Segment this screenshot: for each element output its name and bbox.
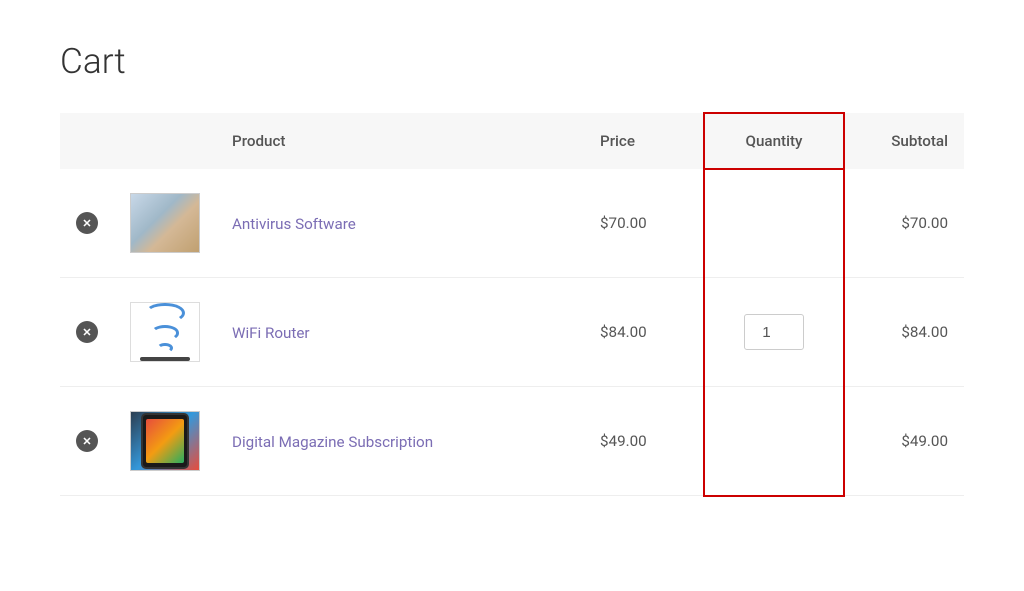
remove-icon (76, 212, 98, 234)
subtotal-cell: $84.00 (844, 278, 964, 387)
quantity-cell-antivirus (704, 169, 844, 278)
quantity-cell-magazine (704, 387, 844, 496)
quantity-input-wifi[interactable] (744, 314, 804, 350)
page-title: Cart (60, 40, 964, 82)
price-cell: $70.00 (584, 169, 704, 278)
wifi-arc-medium (151, 325, 179, 340)
product-link-wifi[interactable]: WiFi Router (232, 324, 310, 342)
wifi-arc-small (157, 343, 173, 353)
remove-cell (60, 169, 114, 278)
image-cell (114, 278, 216, 387)
remove-button[interactable] (76, 321, 98, 343)
product-name-cell: Digital Magazine Subscription (216, 387, 584, 496)
remove-icon (76, 430, 98, 452)
remove-button[interactable] (76, 212, 98, 234)
quantity-cell-wifi (704, 278, 844, 387)
router-base (140, 357, 190, 361)
product-link-magazine[interactable]: Digital Magazine Subscription (232, 433, 433, 451)
tablet-screen (146, 419, 184, 463)
col-quantity-header: Quantity (704, 113, 844, 169)
product-image-antivirus (130, 193, 200, 253)
remove-cell (60, 278, 114, 387)
col-remove-header (60, 113, 114, 169)
cart-table: Product Price Quantity Subtotal Antiviru… (60, 112, 964, 497)
col-price-header: Price (584, 113, 704, 169)
remove-icon (76, 321, 98, 343)
subtotal-cell: $49.00 (844, 387, 964, 496)
remove-button[interactable] (76, 430, 98, 452)
col-product-header: Product (216, 113, 584, 169)
price-cell: $84.00 (584, 278, 704, 387)
table-row: Digital Magazine Subscription $49.00 $49… (60, 387, 964, 496)
table-row: Antivirus Software $70.00 $70.00 (60, 169, 964, 278)
image-cell (114, 387, 216, 496)
col-subtotal-header: Subtotal (844, 113, 964, 169)
product-name-cell: WiFi Router (216, 278, 584, 387)
product-link-antivirus[interactable]: Antivirus Software (232, 215, 356, 233)
product-image-wifi (130, 302, 200, 362)
col-image-header (114, 113, 216, 169)
wifi-arc-large (145, 303, 185, 323)
tablet-outer (141, 413, 189, 469)
product-image-magazine (130, 411, 200, 471)
image-cell (114, 169, 216, 278)
product-name-cell: Antivirus Software (216, 169, 584, 278)
table-header-row: Product Price Quantity Subtotal (60, 113, 964, 169)
price-cell: $49.00 (584, 387, 704, 496)
subtotal-cell: $70.00 (844, 169, 964, 278)
remove-cell (60, 387, 114, 496)
table-row: WiFi Router $84.00 $84.00 (60, 278, 964, 387)
